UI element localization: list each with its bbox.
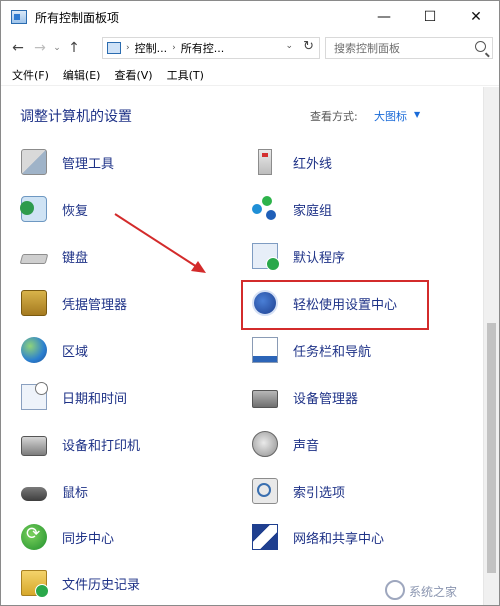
search-icon[interactable]: [475, 41, 486, 52]
item-label: 区域: [62, 344, 89, 360]
indexing-icon: [252, 478, 278, 504]
page-title: 调整计算机的设置: [20, 109, 132, 125]
breadcrumb-all-items[interactable]: 所有控...: [181, 40, 225, 56]
menu-view[interactable]: 查看(V): [114, 67, 152, 83]
item-sync-center[interactable]: 同步中心: [21, 522, 114, 552]
breadcrumb-control-panel[interactable]: 控制...: [135, 40, 168, 56]
control-panel-icon: [107, 42, 121, 54]
chevron-right-icon[interactable]: ›: [172, 43, 176, 53]
item-region[interactable]: 区域: [21, 335, 88, 365]
watermark: 系统之家: [409, 585, 458, 599]
up-button[interactable]: ↑: [63, 36, 85, 60]
credential-manager-icon: [21, 290, 47, 316]
recent-locations-button[interactable]: ⌄: [51, 43, 63, 53]
chevron-down-icon[interactable]: ⌄: [285, 41, 293, 51]
homegroup-dot: [266, 210, 276, 220]
highlight-box: [241, 280, 429, 330]
item-taskbar-navigation[interactable]: 任务栏和导航: [252, 335, 371, 365]
item-network-sharing[interactable]: 网络和共享中心: [252, 522, 384, 552]
view-by-label: 查看方式:: [310, 110, 358, 123]
admin-tools-icon: [21, 149, 47, 175]
menu-bar: 文件(F) 编辑(E) 查看(V) 工具(T): [1, 64, 499, 86]
address-bar[interactable]: › 控制... › 所有控... ⌄ ↻: [102, 37, 320, 59]
menu-edit[interactable]: 编辑(E): [63, 67, 101, 83]
item-keyboard[interactable]: 键盘: [19, 241, 89, 271]
item-credential-manager[interactable]: 凭据管理器: [21, 288, 127, 318]
item-recovery[interactable]: 恢复: [20, 194, 89, 224]
date-time-icon: [21, 382, 48, 410]
minimize-button[interactable]: —: [361, 1, 407, 33]
item-indexing-options[interactable]: 索引选项: [252, 476, 345, 506]
window-title: 所有控制面板项: [35, 10, 120, 25]
maximize-button[interactable]: ☐: [407, 1, 453, 33]
view-by-dropdown[interactable]: 大图标: [374, 108, 407, 124]
forward-button[interactable]: →: [29, 36, 51, 60]
item-mouse[interactable]: 鼠标: [21, 476, 88, 506]
default-programs-icon: [252, 243, 280, 271]
close-button[interactable]: ✕: [453, 1, 499, 33]
menu-file[interactable]: 文件(F): [12, 67, 49, 83]
item-file-history[interactable]: 文件历史记录: [21, 568, 140, 598]
item-label: 索引选项: [293, 485, 346, 501]
navigation-bar: ← → ⌄ ↑ › 控制... › 所有控... ⌄ ↻ 搜索控制面板: [1, 33, 499, 63]
homegroup-icon: [252, 196, 278, 222]
item-label: 声音: [293, 438, 320, 454]
infrared-icon: [258, 149, 272, 175]
item-infrared[interactable]: 红外线: [252, 147, 332, 177]
watermark-logo-icon: [385, 580, 405, 600]
vertical-scrollbar[interactable]: [483, 87, 499, 605]
item-admin-tools[interactable]: 管理工具: [21, 147, 114, 177]
item-label: 设备管理器: [293, 391, 359, 407]
taskbar-icon: [252, 337, 278, 363]
item-default-programs[interactable]: 默认程序: [252, 241, 345, 271]
item-label: 家庭组: [293, 203, 333, 219]
item-label: 设备和打印机: [62, 438, 141, 454]
homegroup-dot: [252, 204, 262, 214]
chevron-right-icon: ›: [126, 43, 130, 53]
control-panel-window: 所有控制面板项 — ☐ ✕ ← → ⌄ ↑ › 控制... › 所有控... ⌄…: [0, 0, 500, 606]
item-label: 鼠标: [62, 485, 89, 501]
printer-icon: [21, 435, 47, 456]
caret-down-icon[interactable]: ▼: [414, 110, 420, 119]
item-label: 凭据管理器: [62, 297, 128, 313]
scrollbar-thumb[interactable]: [487, 323, 496, 573]
region-globe-icon: [21, 337, 47, 363]
item-label: 任务栏和导航: [293, 344, 372, 360]
item-label: 红外线: [293, 156, 333, 172]
item-homegroup[interactable]: 家庭组: [252, 194, 332, 224]
homegroup-dot: [262, 196, 272, 206]
item-device-manager[interactable]: 设备管理器: [252, 382, 358, 412]
item-label: 默认程序: [293, 250, 346, 266]
sound-icon: [252, 431, 278, 457]
window-controls: — ☐ ✕: [361, 1, 499, 33]
file-history-icon: [21, 570, 49, 598]
title-bar[interactable]: 所有控制面板项 — ☐ ✕: [1, 1, 499, 33]
item-label: 管理工具: [62, 156, 115, 172]
sync-icon: [21, 524, 47, 550]
device-manager-icon: [252, 390, 278, 408]
item-date-time[interactable]: 日期和时间: [21, 382, 127, 412]
back-button[interactable]: ←: [7, 36, 29, 60]
refresh-button[interactable]: ↻: [303, 39, 314, 54]
search-placeholder: 搜索控制面板: [334, 42, 400, 55]
control-panel-icon: [11, 10, 27, 24]
network-icon: [252, 524, 278, 550]
recovery-icon: [20, 196, 47, 222]
content-pane: 调整计算机的设置 查看方式: 大图标 ▼ 管理工具 恢复 键盘 凭据管理器 区域…: [1, 87, 483, 605]
item-label: 恢复: [62, 203, 89, 219]
mouse-icon: [21, 487, 47, 501]
item-label: 同步中心: [62, 531, 115, 547]
item-label: 日期和时间: [62, 391, 128, 407]
item-label: 键盘: [62, 250, 89, 266]
item-label: 网络和共享中心: [293, 531, 385, 547]
search-input[interactable]: 搜索控制面板: [325, 37, 493, 59]
keyboard-icon: [19, 254, 49, 264]
item-label: 文件历史记录: [62, 577, 141, 593]
menu-tools[interactable]: 工具(T): [167, 67, 204, 83]
item-sound[interactable]: 声音: [252, 429, 319, 459]
item-devices-printers[interactable]: 设备和打印机: [21, 429, 140, 459]
